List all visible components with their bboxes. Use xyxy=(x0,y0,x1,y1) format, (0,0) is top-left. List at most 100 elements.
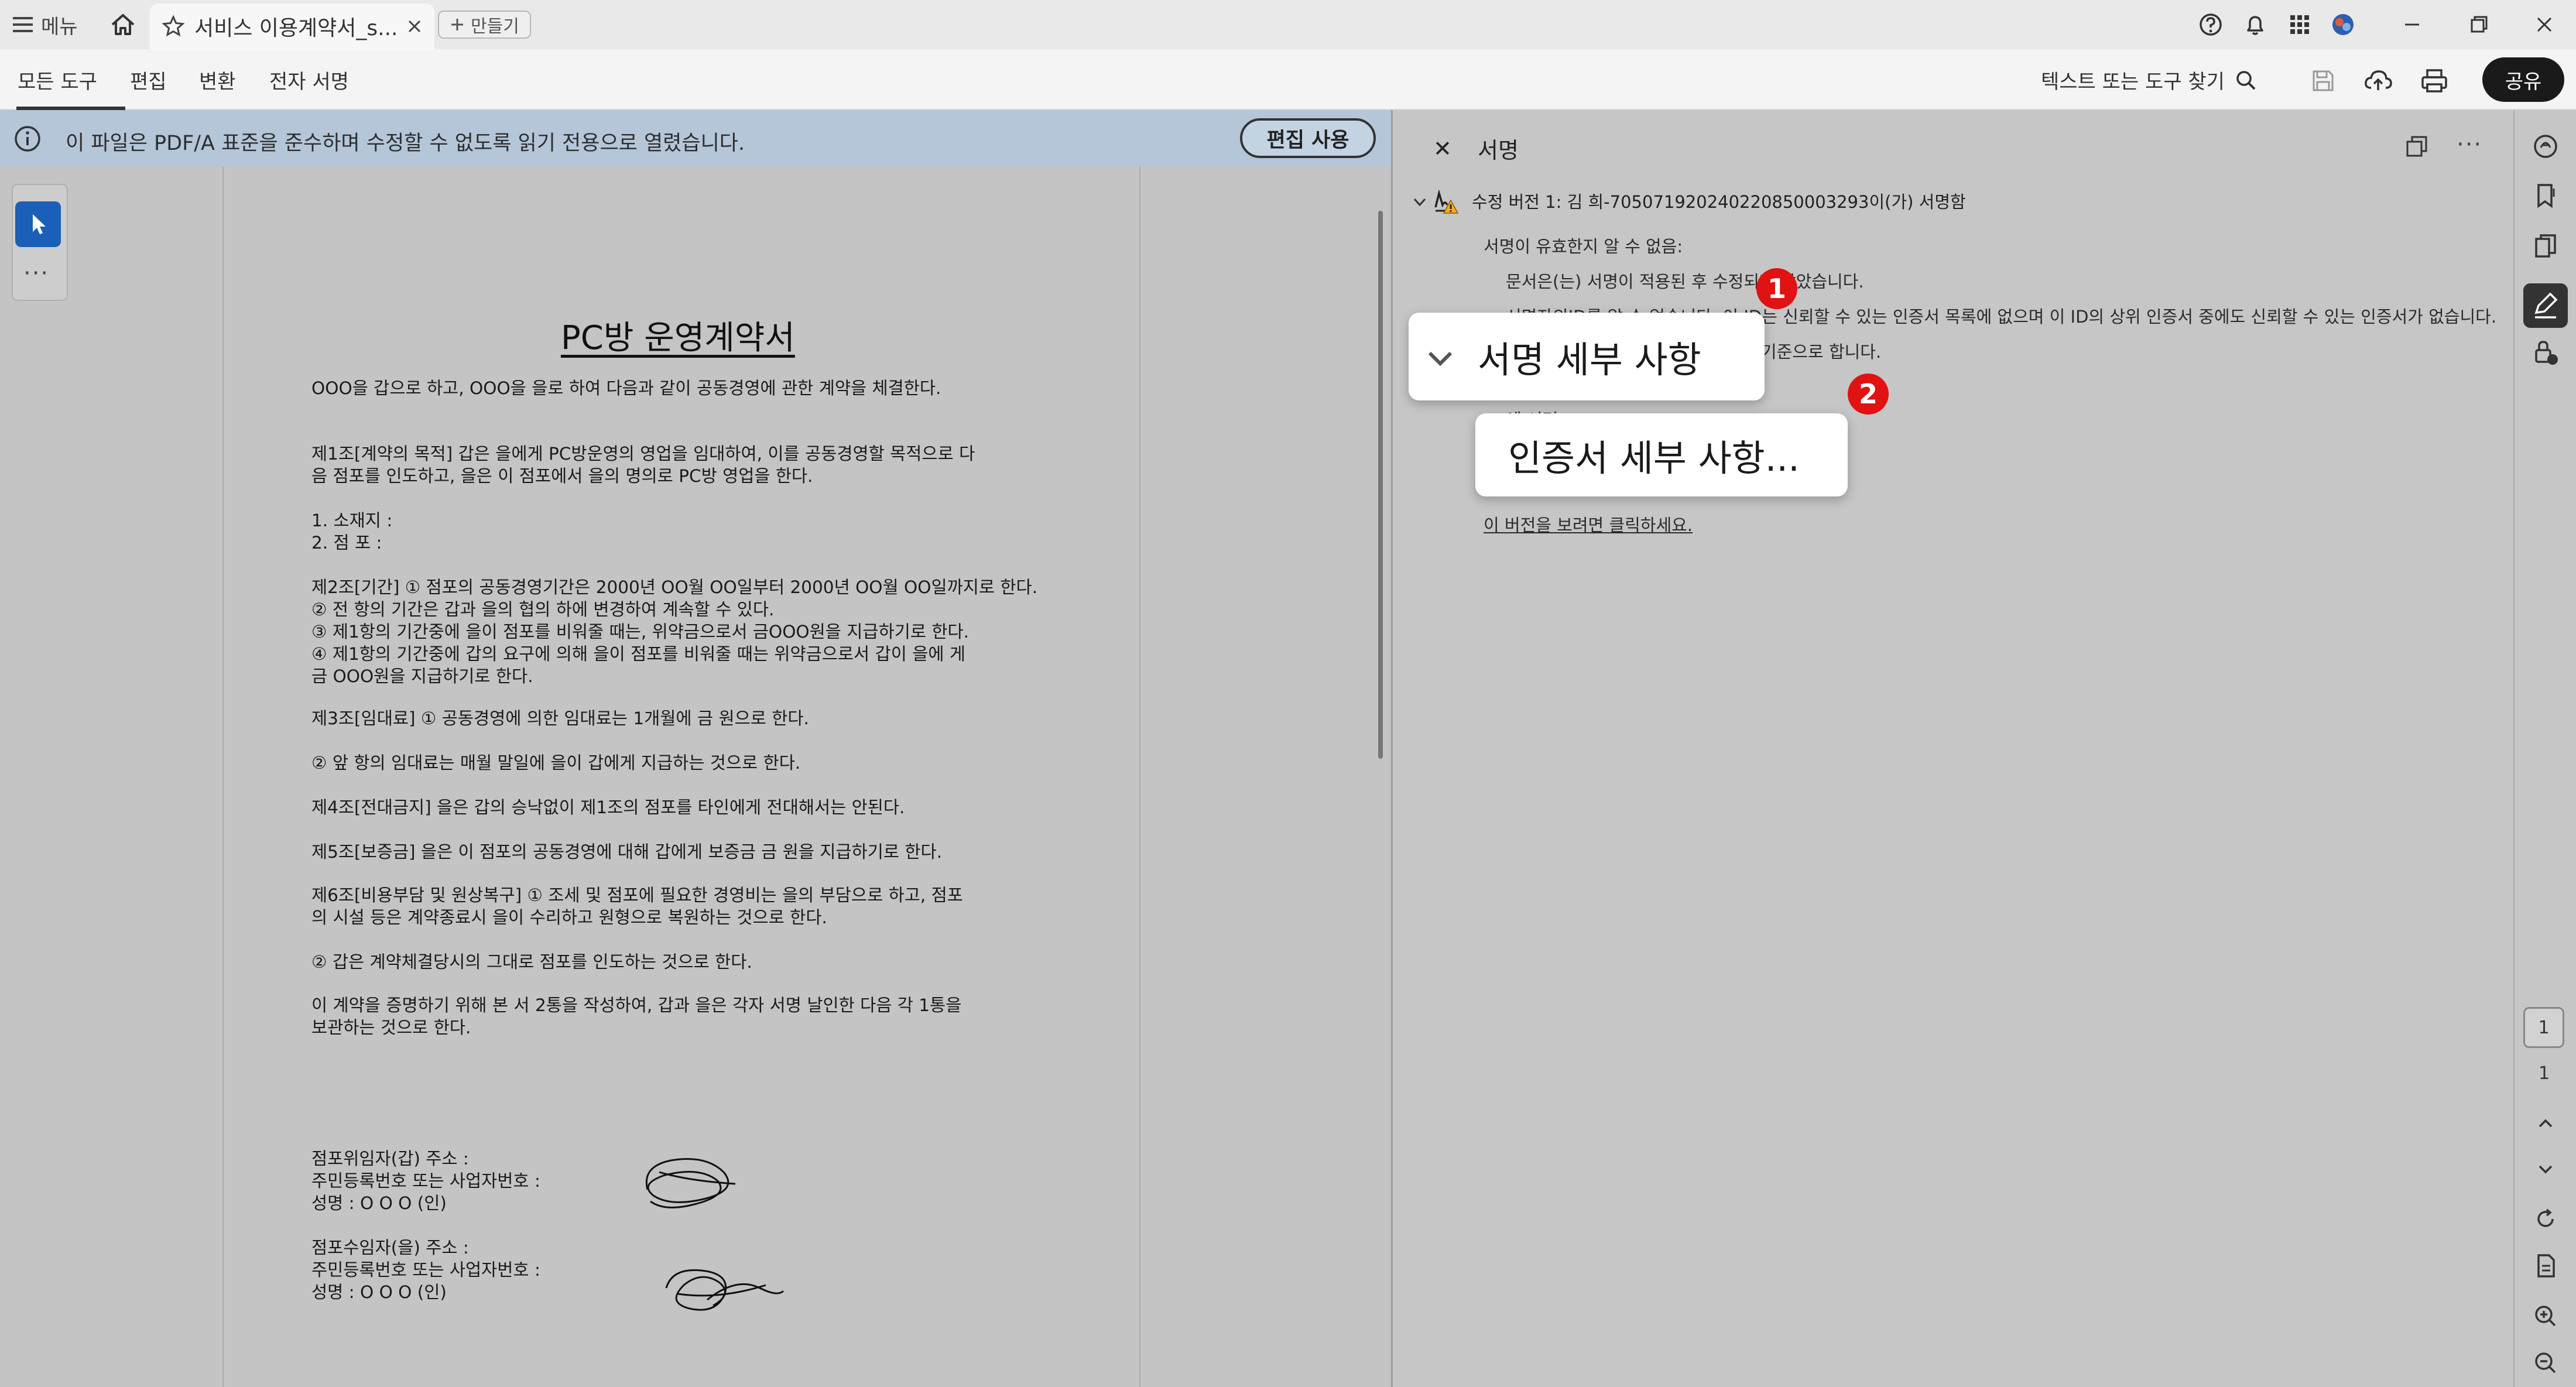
chevron-down-icon[interactable] xyxy=(1411,193,1429,211)
doc-line: 보관하는 것으로 한다. xyxy=(311,1018,471,1037)
more-tools-button[interactable]: ··· xyxy=(23,260,49,287)
help-icon[interactable] xyxy=(2197,11,2225,39)
doc-line: ④ 제1항의 기간중에 갑의 요구에 의해 을이 점포를 비워줄 때는 위약금으… xyxy=(311,644,966,664)
zoom-out-icon[interactable] xyxy=(2529,1347,2562,1379)
chevron-down-icon[interactable] xyxy=(2529,1152,2562,1185)
info-banner: 이 파일은 PDF/A 표준을 준수하며 수정할 수 없도록 읽기 전용으로 열… xyxy=(0,110,1391,166)
restore-icon[interactable] xyxy=(2462,8,2495,41)
signature-details-callout[interactable]: 서명 세부 사항 xyxy=(1409,313,1765,400)
doc-line: ③ 제1항의 기간중에 을이 점포를 비워줄 때는, 위약금으로서 금OOO원을… xyxy=(311,622,970,642)
view-version-link[interactable]: 이 버전을 보려면 클릭하세요. xyxy=(1484,512,1693,536)
pop-out-icon[interactable] xyxy=(2403,132,2431,160)
handwritten-signature-2 xyxy=(665,1269,785,1311)
zoom-in-icon[interactable] xyxy=(2529,1300,2562,1333)
tool-search-label: 텍스트 또는 도구 찾기 xyxy=(2041,70,2225,94)
cursor-icon xyxy=(33,214,46,234)
signature-details-label: 서명 세부 사항 xyxy=(1478,338,1701,381)
signature-detail-line: 문서은(는) 서명이 적용된 후 수정되지 않았습니다. xyxy=(1506,272,1864,292)
home-button[interactable] xyxy=(107,8,139,41)
tab-edit[interactable]: 편집 xyxy=(130,66,167,94)
scrollbar-thumb[interactable] xyxy=(1378,211,1383,759)
step-marker-1: 1 xyxy=(1756,268,1797,309)
plus-icon xyxy=(451,19,463,30)
signature-panel-button[interactable] xyxy=(2523,283,2568,328)
handwritten-signature-1 xyxy=(645,1158,736,1208)
banner-text: 이 파일은 PDF/A 표준을 준수하며 수정할 수 없도록 읽기 전용으로 열… xyxy=(66,132,745,155)
star-icon[interactable] xyxy=(162,15,185,38)
menu-button[interactable]: 메뉴 xyxy=(13,9,78,40)
doc-line: 제4조[전대금지] 을은 갑의 승낙없이 제1조의 점포를 타인에게 전대해서는… xyxy=(311,797,905,817)
doc-line: 주민등록번호 또는 사업자번호 : xyxy=(311,1260,540,1280)
security-lock-icon[interactable] xyxy=(2529,336,2562,369)
tool-search[interactable]: 텍스트 또는 도구 찾기 xyxy=(2041,66,2258,94)
ai-assistant-icon[interactable] xyxy=(2529,130,2562,163)
tab-title: 서비스 이용계약서_s... xyxy=(194,16,397,40)
cloud-upload-icon[interactable] xyxy=(2362,64,2395,97)
rotate-icon[interactable] xyxy=(2529,1203,2562,1235)
menu-label: 메뉴 xyxy=(41,15,78,39)
left-tool-strip: ··· xyxy=(0,166,82,1387)
doc-line: ② 전 항의 기간은 갑과 을의 협의 하에 변경하여 계속할 수 있다. xyxy=(311,600,775,619)
new-tab-label: 만들기 xyxy=(471,16,519,37)
doc-line: 성명 : O O O (인) xyxy=(311,1282,447,1302)
page-number-input[interactable]: 1 xyxy=(2523,1007,2564,1048)
chevron-up-icon[interactable] xyxy=(2529,1107,2562,1139)
doc-line: 제2조[기간] ① 점포의 공동경영기간은 2000년 OO월 OO일부터 20… xyxy=(311,577,1038,597)
close-window-icon[interactable] xyxy=(2528,8,2561,41)
more-options-button[interactable]: ··· xyxy=(2457,131,2482,158)
doc-line: 이 계약을 증명하기 위해 본 서 2통을 작성하여, 갑과 을은 각자 서명 … xyxy=(311,995,962,1015)
doc-line: 제5조[보증금] 을은 이 점포의 공동경영에 대해 갑에게 보증금 금 원을 … xyxy=(311,842,943,862)
avatar[interactable] xyxy=(2329,11,2357,39)
pages-icon[interactable] xyxy=(2529,231,2562,263)
step-marker-2: 2 xyxy=(1848,374,1889,415)
certificate-details-label: 인증서 세부 사항... xyxy=(1508,437,1800,480)
enable-edit-button[interactable]: 편집 사용 xyxy=(1240,118,1376,158)
print-icon[interactable] xyxy=(2418,64,2451,97)
home-icon xyxy=(111,14,135,35)
doc-line: 제1조[계약의 목적] 갑은 을에게 PC방운영의 영업을 임대하여, 이를 공… xyxy=(311,444,975,464)
doc-line: 점포위임자(갑) 주소 : xyxy=(311,1149,469,1169)
tab-e-sign[interactable]: 전자 서명 xyxy=(269,66,349,94)
doc-line: 금 OOO원을 지급하기로 한다. xyxy=(311,666,533,686)
tab-all-tools[interactable]: 모든 도구 xyxy=(18,66,97,94)
tab-convert[interactable]: 변환 xyxy=(199,66,236,94)
doc-line: 의 시설 등은 계약종료시 을이 수리하고 원형으로 복원하는 것으로 한다. xyxy=(311,907,827,927)
page-total: 1 xyxy=(2539,1063,2550,1084)
signature-warning-icon xyxy=(1434,189,1459,214)
doc-line: 제6조[비용부담 및 원상복구] ① 조세 및 점포에 필요한 경영비는 을의 … xyxy=(311,885,963,905)
apps-grid-icon[interactable] xyxy=(2286,11,2314,39)
signature-pen-icon xyxy=(2534,292,2558,319)
minimize-icon[interactable] xyxy=(2396,8,2428,41)
bookmark-icon[interactable] xyxy=(2529,179,2562,212)
save-icon[interactable] xyxy=(2307,64,2339,97)
signature-version-line[interactable]: 수정 버전 1: 김 희-705071920240220850003293이(가… xyxy=(1472,189,1966,213)
doc-line: ② 갑은 계약체결당시의 그대로 점포를 인도하는 것으로 한다. xyxy=(311,952,752,972)
doc-line: 1. 소재지 : xyxy=(311,511,393,530)
new-tab-button[interactable]: 만들기 xyxy=(438,11,531,39)
info-icon xyxy=(15,126,40,152)
signature-detail-line: 기준으로 합니다. xyxy=(1761,342,1882,362)
search-icon xyxy=(2236,70,2256,90)
select-tool-button[interactable] xyxy=(15,201,61,247)
title-bar: 메뉴 서비스 이용계약서_s... 만들기 xyxy=(0,0,2576,49)
chevron-down-icon xyxy=(1428,351,1453,367)
page-fit-icon[interactable] xyxy=(2529,1249,2562,1282)
document-title: PC방 운영계약서 xyxy=(561,319,795,357)
close-panel-button[interactable]: ✕ xyxy=(1433,136,1452,162)
doc-line: OOO을 갑으로 하고, OOO을 을로 하여 다음과 같이 공동경영에 관한 … xyxy=(311,378,941,398)
doc-line: 주민등록번호 또는 사업자번호 : xyxy=(311,1171,540,1191)
hamburger-icon xyxy=(13,17,33,32)
bell-icon[interactable] xyxy=(2241,11,2269,39)
close-tab-icon[interactable] xyxy=(406,18,423,35)
doc-line: 제3조[임대료] ① 공동경영에 의한 임대료는 1개월에 금 원으로 한다. xyxy=(311,708,809,728)
document-tab[interactable]: 서비스 이용계약서_s... xyxy=(150,4,434,49)
doc-line: 점포수임자(을) 주소 : xyxy=(311,1238,469,1258)
signature-panel-title: 서명 xyxy=(1478,138,1519,163)
share-button[interactable]: 공유 xyxy=(2482,57,2564,102)
signature-panel xyxy=(1393,110,2513,1387)
certificate-details-callout[interactable]: 인증서 세부 사항... xyxy=(1475,413,1848,496)
doc-line: 2. 점 포 : xyxy=(311,533,382,553)
signature-validity: 서명이 유효한지 알 수 없음: xyxy=(1484,237,1683,256)
doc-line: 음 점포를 인도하고, 을은 이 점포에서 을의 명의로 PC방 영업을 한다. xyxy=(311,466,813,486)
doc-line: ② 앞 항의 임대료는 매월 말일에 을이 갑에게 지급하는 것으로 한다. xyxy=(311,753,801,773)
